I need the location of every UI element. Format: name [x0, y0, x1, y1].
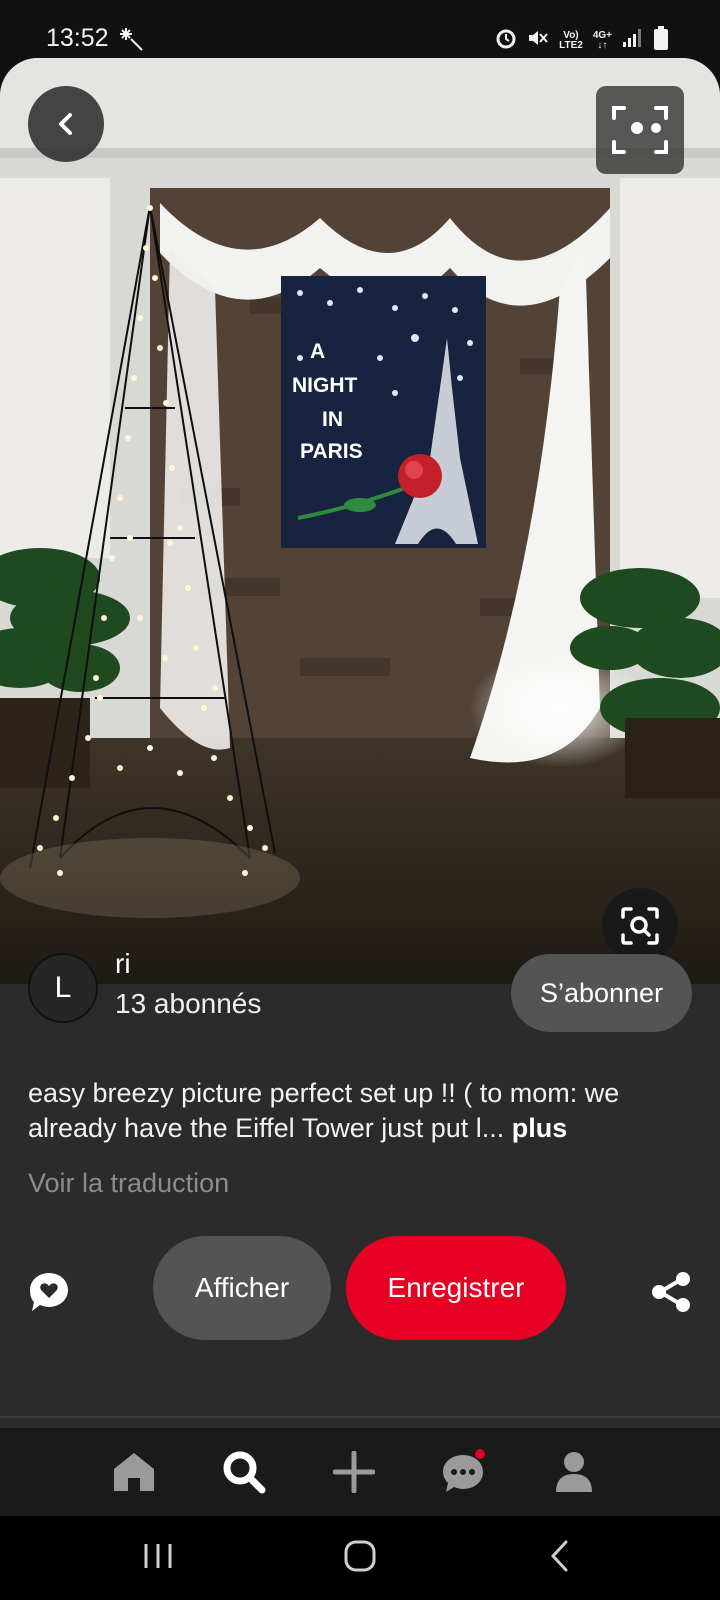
- share-button[interactable]: [650, 1271, 692, 1318]
- chevron-left-icon: [59, 113, 72, 135]
- bottom-nav: [0, 1428, 720, 1516]
- sparkle-icon: [118, 26, 144, 57]
- pin-description: easy breezy picture perfect set up !! ( …: [28, 1076, 698, 1146]
- nav-home[interactable]: [108, 1448, 160, 1496]
- translate-link[interactable]: Voir la traduction: [28, 1168, 229, 1199]
- save-button[interactable]: Enregistrer: [346, 1236, 566, 1340]
- messages-icon: [443, 1449, 485, 1492]
- create-icon: [333, 1451, 375, 1493]
- network-lte: LTE2: [559, 39, 583, 51]
- nav-create[interactable]: [328, 1448, 380, 1496]
- avatar-initial: L: [54, 971, 72, 1004]
- sign-line-3: IN: [322, 408, 343, 431]
- nav-profile[interactable]: [548, 1448, 600, 1496]
- status-time: 13:52: [46, 24, 109, 52]
- recents-icon: [144, 1544, 172, 1568]
- follower-count: 13 abonnés: [115, 988, 262, 1019]
- nav-messages[interactable]: [438, 1448, 490, 1496]
- nav-search[interactable]: [218, 1448, 270, 1496]
- zoom-search-button[interactable]: [602, 888, 678, 964]
- profile-icon: [556, 1452, 592, 1492]
- pin-card: A NIGHT IN PARIS L ri 13 abonnés S’abonn…: [0, 58, 720, 1428]
- follow-button[interactable]: S’abonner: [511, 954, 692, 1032]
- sign-line-2: NIGHT: [292, 374, 358, 397]
- author-name[interactable]: ri: [115, 948, 131, 980]
- pin-image[interactable]: A NIGHT IN PARIS: [0, 58, 720, 984]
- mute-icon: [527, 27, 549, 54]
- comment-button[interactable]: [28, 1271, 70, 1318]
- alarm-icon: [495, 27, 517, 54]
- signal-icon: [622, 28, 644, 53]
- search-lens-icon: [621, 907, 659, 945]
- notification-badge: [475, 1449, 485, 1459]
- network-gen-badge: 4G+ ↓↑: [592, 29, 612, 51]
- comment-heart-icon: [30, 1273, 68, 1311]
- network-indicator: Vo) LTE2: [559, 29, 583, 51]
- divider: [0, 1416, 720, 1418]
- network-volte: Vo): [563, 29, 579, 41]
- show-button[interactable]: Afficher: [153, 1236, 331, 1340]
- back-button[interactable]: [28, 86, 104, 162]
- visual-search-button[interactable]: [596, 86, 684, 174]
- home-icon: [114, 1453, 154, 1491]
- share-icon: [652, 1272, 690, 1312]
- system-back-button[interactable]: [540, 1536, 580, 1581]
- search-icon: [223, 1451, 266, 1494]
- sign-line-1: A: [310, 340, 325, 363]
- sign-line-4: PARIS: [300, 440, 363, 463]
- battery-icon: [654, 26, 668, 55]
- home-system-button[interactable]: [340, 1536, 380, 1581]
- recents-button[interactable]: [140, 1536, 176, 1581]
- back-chevron-icon: [550, 1540, 568, 1572]
- home-circle-icon: [344, 1540, 376, 1572]
- more-link[interactable]: plus: [512, 1113, 568, 1143]
- network-gen: 4G+: [592, 29, 612, 41]
- lens-icon: [612, 106, 668, 154]
- avatar[interactable]: L: [28, 953, 98, 1023]
- system-nav: [0, 1516, 720, 1600]
